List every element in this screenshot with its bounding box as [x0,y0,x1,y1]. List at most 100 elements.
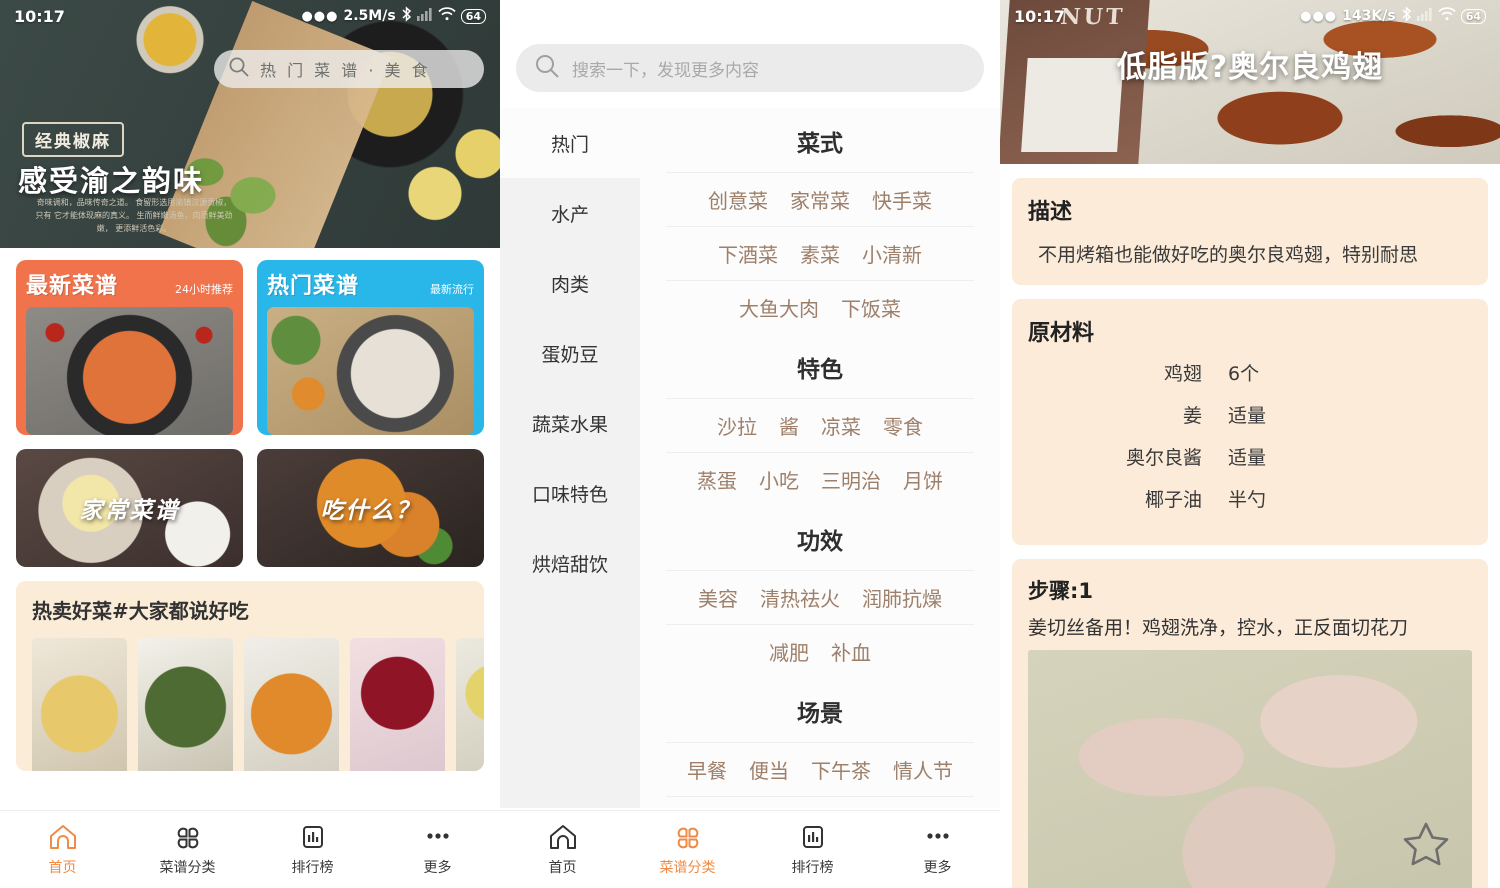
sidebar-item-eggdairybean[interactable]: 蛋奶豆 [500,318,640,388]
promo-header: 热门菜谱 最新流行 [267,268,474,300]
tag-chip[interactable]: 零食 [883,411,923,440]
tag-chip[interactable]: 小清新 [862,239,922,268]
sidebar-item-flavor[interactable]: 口味特色 [500,458,640,528]
tag-chip[interactable]: 家常菜 [790,185,850,214]
home-search-bar[interactable]: 热 门 菜 谱 · 美 食 [214,50,484,88]
ingredient-amount: 6个 [1228,363,1260,385]
chart-icon [298,823,328,851]
tag-chip[interactable]: 蒸蛋 [697,465,737,494]
tag-chip[interactable]: 便当 [749,755,789,784]
tag-chip[interactable]: 下饭菜 [841,293,901,322]
category-search-input[interactable]: 搜索一下，发现更多内容 [516,44,984,92]
home-search-text: 热 门 菜 谱 · 美 食 [260,61,431,80]
sidebar-item-bakingdrinks[interactable]: 烘焙甜饮 [500,528,640,598]
promo-image-stew [267,307,474,435]
hotsell-thumb-tea[interactable] [350,638,445,771]
ingredient-amount: 半勺 [1228,489,1267,511]
section-title-scene: 场景 [797,701,843,727]
tag-chip[interactable]: 凉菜 [821,411,861,440]
sidebar-item-seafood[interactable]: 水产 [500,178,640,248]
chart-icon [798,823,828,851]
ingredient-name: 姜 [1182,405,1202,427]
tag-chip[interactable]: 小吃 [759,465,799,494]
promo-note: 最新流行 [430,283,474,296]
sidebar-item-label: 肉类 [550,273,589,296]
tag-chip[interactable]: 减肥 [769,637,809,666]
bottom-tabbar-category: 首页 菜谱分类 排行榜 更多 [500,810,1000,888]
tab-more[interactable]: 更多 [375,823,500,877]
tag-chip[interactable]: 素菜 [800,239,840,268]
tab-ranking[interactable]: 排行榜 [750,823,875,877]
tag-chip[interactable]: 沙拉 [717,411,757,440]
tab-ranking[interactable]: 排行榜 [250,823,375,877]
tab-home[interactable]: 首页 [500,823,625,877]
screenshot-root: 10:17 ●●● 2.5M/s 64 经典椒麻 感受渝之韵味 奇味调和，品味传… [0,0,1500,888]
promo-card-latest[interactable]: 最新菜谱 24小时推荐 [16,260,243,435]
sidebar-item-label: 热门 [550,133,589,156]
recipe-title: 低脂版?奥尔良鸡翅 [1116,50,1384,85]
hotsell-thumb-potato[interactable] [32,638,127,771]
status-network-speed: 2.5M/s [343,8,396,24]
hero-badge: 经典椒麻 [22,122,124,157]
tab-more[interactable]: 更多 [875,823,1000,877]
recipe-step-card: 步骤:1 姜切丝备用！鸡翅洗净，控水，正反面切花刀 [1012,559,1488,888]
tag-chip[interactable]: 清热祛火 [760,583,840,612]
tag-row: 美容 清热祛火 润肺抗燥 [666,570,974,624]
search-icon [228,56,250,82]
tab-home[interactable]: 首页 [0,823,125,877]
hotsell-title: 热卖好菜#大家都说好吃 [32,599,249,623]
more-dots-icon [423,823,453,851]
promo-row: 最新菜谱 24小时推荐 热门菜谱 最新流行 [16,260,484,435]
ingredients-list: 鸡翅 6个 姜 适量 奥尔良酱 适量 椰子油 半勺 [1028,359,1472,512]
sidebar-item-meat[interactable]: 肉类 [500,248,640,318]
sidebar-item-vegfruit[interactable]: 蔬菜水果 [500,388,640,458]
tag-chip[interactable]: 美容 [698,583,738,612]
tag-chip[interactable]: 酱 [779,411,799,440]
tag-row: 下酒菜 素菜 小清新 [666,226,974,280]
screen-category: 搜索一下，发现更多内容 热门 水产 肉类 蛋奶豆 蔬菜水果 口味特色 烘焙甜饮 … [500,0,1000,888]
recipe-ingredients-card: 原材料 鸡翅 6个 姜 适量 奥尔良酱 适量 椰子油 半勺 [1012,299,1488,545]
hotsell-thumb-mushroom[interactable] [138,638,233,771]
tag-chip[interactable]: 早餐 [687,755,727,784]
star-outline-icon[interactable] [1402,821,1450,871]
tab-categories[interactable]: 菜谱分类 [125,823,250,877]
ingredient-row: 姜 适量 [1028,401,1472,428]
home-icon [548,823,578,851]
tag-chip[interactable]: 润肺抗燥 [862,583,942,612]
step-image [1028,650,1472,888]
tag-chip[interactable]: 月饼 [903,465,943,494]
tab-categories[interactable]: 菜谱分类 [625,823,750,877]
tag-row: 沙拉 酱 凉菜 零食 [666,398,974,452]
hotsell-thumbnail-strip[interactable] [32,638,484,771]
tag-chip[interactable]: 补血 [831,637,871,666]
sidebar-item-label: 蔬菜水果 [531,413,608,436]
sidebar-item-hot[interactable]: 热门 [500,108,640,178]
photo-card-homestyle[interactable]: 家常菜谱 [16,449,243,567]
photo-card-row: 家常菜谱 吃什么？ [16,449,484,567]
hotsell-thumb-veggie[interactable] [456,638,484,771]
status-dots-icon: ●●● [301,8,339,24]
bluetooth-icon [401,6,412,26]
description-heading: 描述 [1028,200,1073,225]
hero-banner[interactable]: 经典椒麻 感受渝之韵味 奇味调和，品味传奇之道。 食留形选用渝镇汉源贡椒，只有 … [0,0,500,248]
promo-image-hotpot [26,307,233,435]
status-indicators: ●●● 143K/s 64 [1300,6,1486,26]
tag-chip[interactable]: 大鱼大肉 [739,293,819,322]
screen-recipe-detail: NUT 10:17 ●●● 143K/s 64 低脂版?奥尔良鸡翅 描述 不用烤… [1000,0,1500,888]
tag-chip[interactable]: 创意菜 [708,185,768,214]
promo-card-popular[interactable]: 热门菜谱 最新流行 [257,260,484,435]
recipe-hero: NUT 10:17 ●●● 143K/s 64 低脂版?奥尔良鸡翅 [1000,0,1500,164]
tag-chip[interactable]: 情人节 [893,755,953,784]
grid-icon [173,823,203,851]
tag-chip[interactable]: 三明治 [821,465,881,494]
tag-chip[interactable]: 下酒菜 [718,239,778,268]
wifi-icon [438,7,456,25]
section-title-dishstyle: 菜式 [797,131,843,157]
hotsell-thumb-crab[interactable] [244,638,339,771]
screen-home: 10:17 ●●● 2.5M/s 64 经典椒麻 感受渝之韵味 奇味调和，品味传… [0,0,500,888]
sidebar-item-label: 水产 [550,203,589,226]
category-search-placeholder: 搜索一下，发现更多内容 [572,60,759,81]
tag-chip[interactable]: 下午茶 [811,755,871,784]
tag-chip[interactable]: 快手菜 [872,185,932,214]
photo-card-whattoeat[interactable]: 吃什么？ [257,449,484,567]
